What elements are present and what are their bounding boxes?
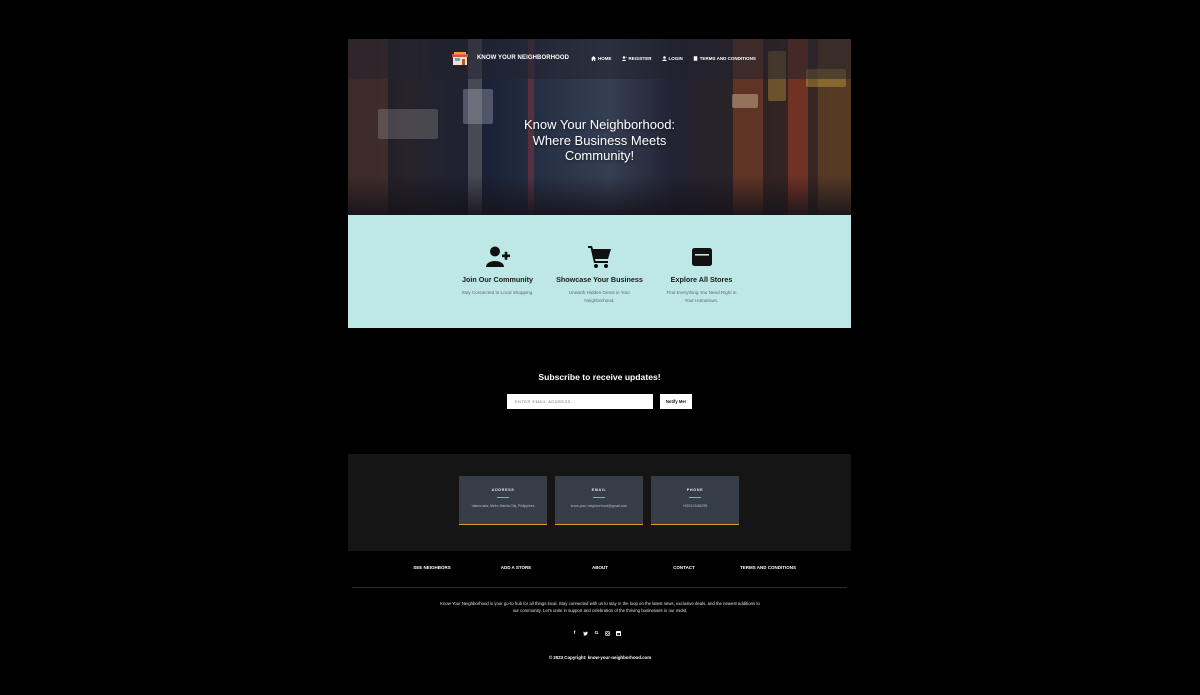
copyright-text: © 2023 Copyright: know-your-neighborhood… (548, 655, 652, 660)
nav-register-label: REGISTER (628, 56, 652, 61)
page-container: KNOW YOUR NEIGHBORHOOD HOME REGISTER LOG… (348, 39, 851, 551)
document-icon (693, 56, 698, 61)
phone-card: PHONE +639123456789 (651, 476, 739, 525)
about-text-line: Know Your Neighborhood is your go-to hub… (440, 601, 760, 606)
brand-name[interactable]: KNOW YOUR NEIGHBORHOOD (477, 55, 569, 61)
user-icon (661, 56, 667, 61)
card-accent-bar (497, 497, 509, 499)
email-card: EMAIL know-your-neighborhood@gmail.com (555, 476, 643, 525)
nav-login-link[interactable]: LOGIN (661, 56, 683, 61)
feature-description: Stay Connected to Local Shopping. (450, 289, 545, 297)
feature-desc-line: Your Hometown. (684, 298, 719, 303)
hero-title-line: Know Your Neighborhood: (523, 117, 676, 132)
notify-me-button[interactable]: Notify Me! (660, 394, 692, 409)
nav-home-label: HOME (598, 56, 612, 61)
feature-desc-line: Neighborhood. (584, 298, 615, 303)
nav-register-link[interactable]: REGISTER (621, 56, 652, 61)
nav-links: HOME REGISTER LOGIN TERMS AND CONDITIONS (591, 56, 756, 61)
nav-terms-link[interactable]: TERMS AND CONDITIONS (693, 56, 756, 61)
feature-title: Explore All Stores (670, 275, 733, 284)
footer-link-about[interactable]: ABOUT (592, 565, 608, 570)
card-label: EMAIL (591, 488, 607, 492)
footer-about-text: Know Your Neighborhood is your go-to hub… (430, 600, 770, 614)
shopping-cart-icon (587, 246, 611, 268)
footer-nav: SEE NEIGHBORS ADD A STORE ABOUT CONTACT … (0, 565, 1200, 573)
footer-link-see-neighbors[interactable]: SEE NEIGHBORS (413, 565, 451, 570)
twitter-icon[interactable] (583, 630, 588, 636)
google-icon[interactable]: G (594, 630, 599, 636)
linkedin-icon[interactable] (616, 630, 621, 636)
card-value[interactable]: know-your-neighborhood@gmail.com (555, 504, 643, 508)
feature-desc-line: Find Everything You Need Right in (666, 290, 737, 295)
feature-join-community: Join Our Community Stay Connected to Loc… (450, 245, 545, 297)
store-logo-icon[interactable] (452, 52, 468, 66)
subscribe-title: Subscribe to receive updates! (538, 372, 661, 382)
social-links: f G (572, 630, 621, 636)
card-accent-bar (689, 497, 701, 499)
footer-link-add-store[interactable]: ADD A STORE (501, 565, 532, 570)
instagram-shape (605, 630, 610, 636)
hero-title-line: Where Business Meets (532, 132, 667, 148)
feature-title: Showcase Your Business (556, 275, 643, 284)
hero-floor-shade (348, 175, 851, 215)
feature-description: Unearth Hidden Gems in Your Neighborhood… (552, 289, 647, 305)
feature-description: Find Everything You Need Right in Your H… (654, 289, 749, 305)
footer-divider (352, 587, 847, 588)
top-navbar: KNOW YOUR NEIGHBORHOOD HOME REGISTER LOG… (348, 39, 851, 79)
card-label: PHONE (686, 488, 704, 492)
hero-title: Know Your Neighborhood: Where Business M… (348, 117, 851, 164)
card-accent-bar (593, 497, 605, 499)
facebook-icon[interactable]: f (572, 630, 577, 636)
footer-link-contact[interactable]: CONTACT (673, 565, 695, 570)
nav-home-link[interactable]: HOME (591, 56, 612, 61)
linkedin-shape (616, 630, 621, 636)
subscribe-section: Subscribe to receive updates! Notify Me! (348, 328, 851, 454)
nav-terms-label: TERMS AND CONDITIONS (699, 56, 756, 61)
twitter-bird-shape (583, 631, 588, 636)
user-plus-icon (485, 246, 510, 267)
about-text-line: our community. Let's unite in support an… (512, 608, 688, 613)
feature-desc-line: Stay Connected to Local Shopping. (461, 290, 534, 295)
hero-title-line: Community! (564, 148, 635, 163)
feature-title: Join Our Community (461, 275, 534, 284)
email-input[interactable] (507, 394, 653, 409)
hero-sign-shape (732, 94, 758, 108)
contact-section: ADDRESS Valenzuela, Metro Manila City, P… (348, 454, 851, 551)
nav-login-label: LOGIN (668, 56, 683, 61)
hero-banner: KNOW YOUR NEIGHBORHOOD HOME REGISTER LOG… (348, 39, 851, 215)
card-value: +639123456789 (682, 504, 708, 509)
card-label: ADDRESS (491, 488, 515, 492)
feature-desc-line: Unearth Hidden Gems in Your (568, 290, 631, 295)
address-card: ADDRESS Valenzuela, Metro Manila City, P… (459, 476, 547, 525)
home-icon (591, 56, 596, 61)
card-value: Valenzuela, Metro Manila City, Philippin… (471, 504, 535, 509)
feature-explore-stores: Explore All Stores Find Everything You N… (654, 245, 749, 305)
user-plus-icon (621, 56, 627, 61)
window-icon (691, 248, 712, 266)
instagram-icon[interactable] (605, 630, 610, 636)
features-section: Join Our Community Stay Connected to Loc… (348, 215, 851, 328)
footer-link-terms[interactable]: TERMS AND CONDITIONS (740, 565, 796, 570)
feature-showcase-business: Showcase Your Business Unearth Hidden Ge… (552, 245, 647, 305)
